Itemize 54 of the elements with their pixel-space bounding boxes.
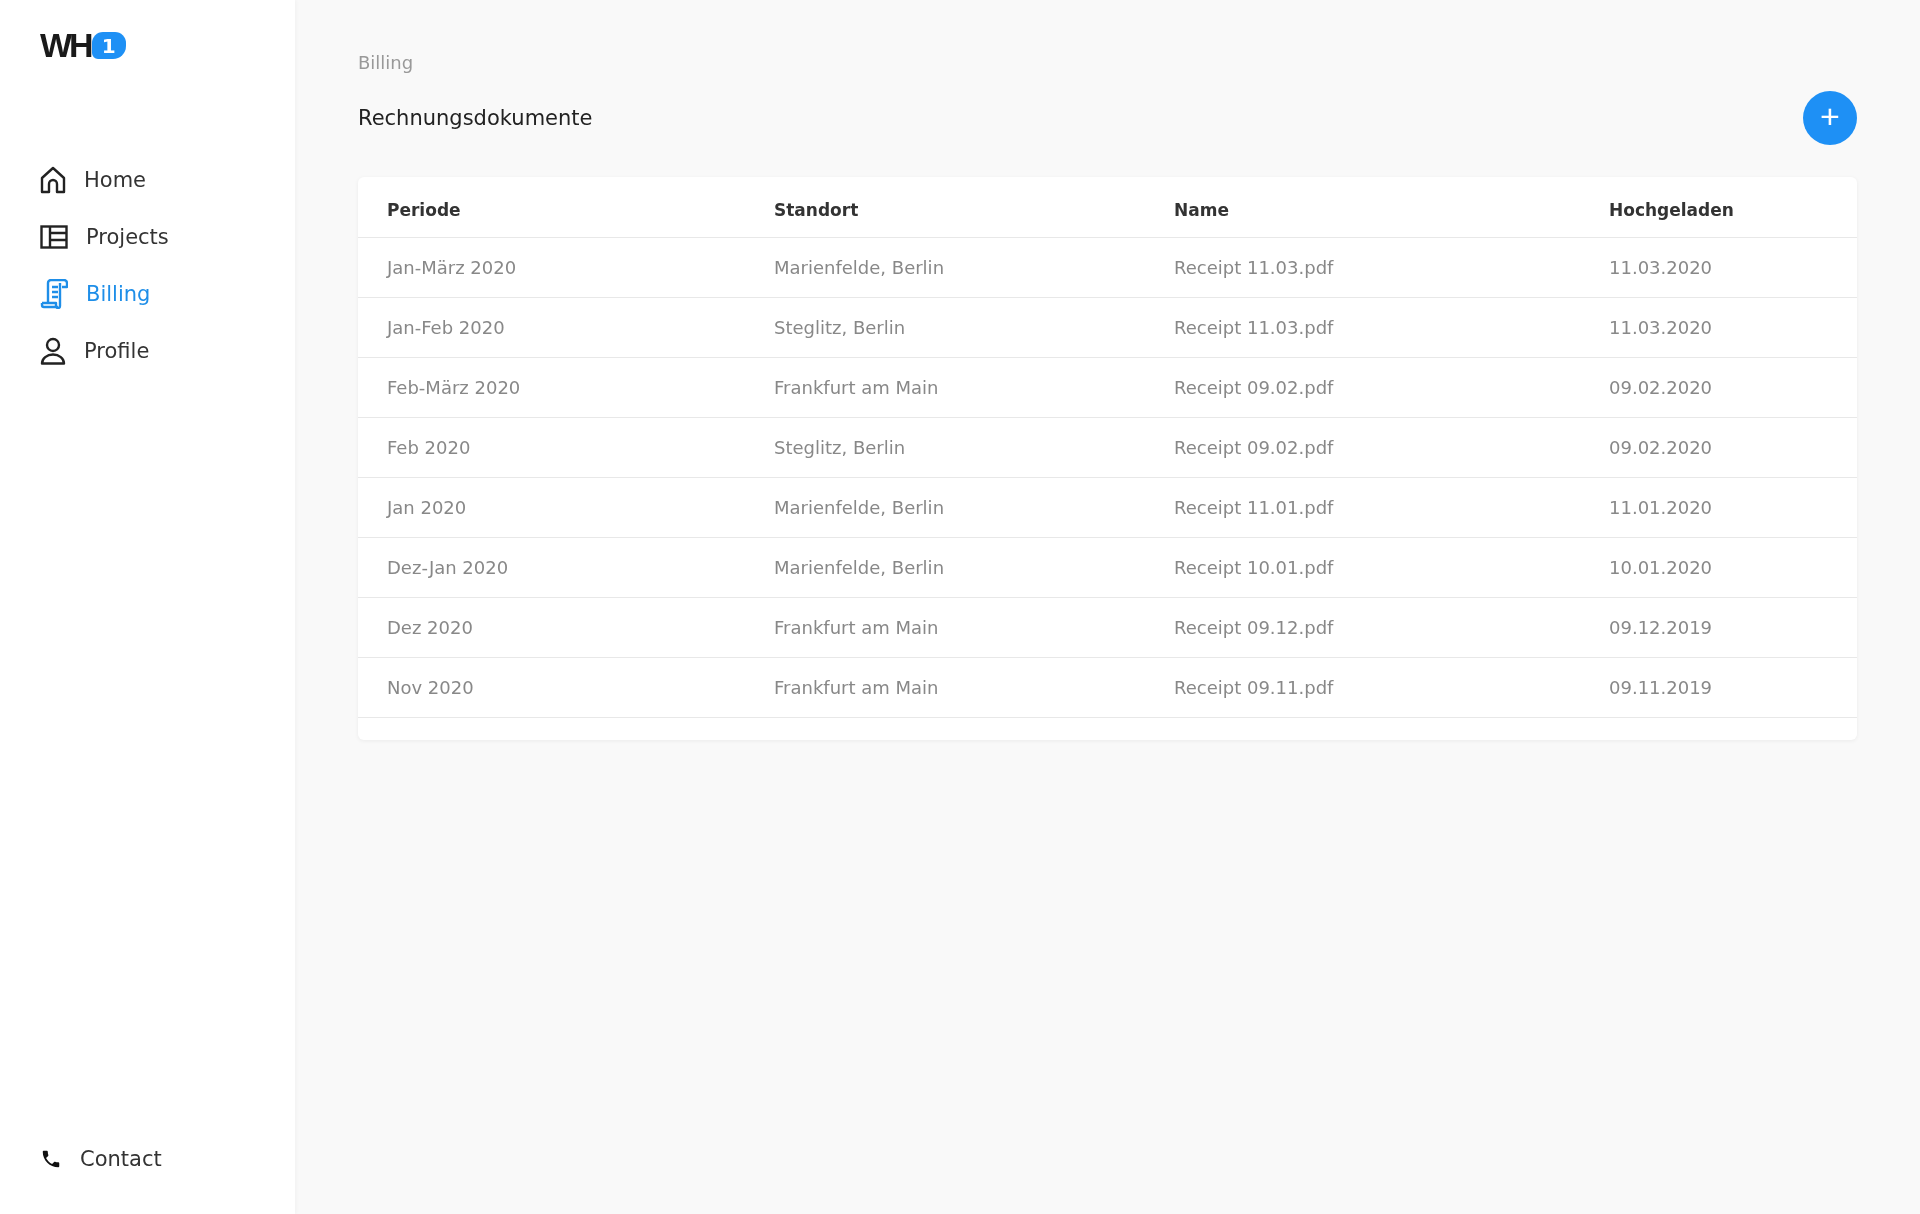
table-cell-text: 10.01.2020 (1609, 557, 1714, 578)
table-cell-text: 09.11.2019 (1609, 677, 1714, 698)
column-header: Name (1174, 200, 1230, 220)
table-cell-text: Nov 2020 (387, 677, 475, 698)
table-cell-text: Receipt 09.02.pdf (1174, 437, 1335, 458)
nav-label: Projects (86, 225, 169, 249)
table-cell-text: Frankfurt am Main (774, 377, 940, 398)
table-cell-text: Marienfelde, Berlin (774, 557, 946, 578)
phone-icon (40, 1148, 62, 1170)
table-cell-text: Feb-März 2020 (387, 377, 522, 398)
nav-label: Home (84, 168, 146, 192)
table-cell-text: 11.01.2020 (1609, 497, 1714, 518)
nav-label: Billing (86, 282, 151, 306)
table-cell-text: Receipt 10.01.pdf (1174, 557, 1335, 578)
table-cell-text: Receipt 09.11.pdf (1174, 677, 1335, 698)
table-cell-text: 11.03.2020 (1609, 257, 1714, 278)
table-cell-text: 09.02.2020 (1609, 437, 1714, 458)
table-cell-text: Frankfurt am Main (774, 617, 940, 638)
logo-badge: 1 (91, 32, 126, 59)
logo-text: WH (40, 26, 91, 65)
table-cell-text: Receipt 11.03.pdf (1174, 257, 1335, 278)
person-icon (40, 337, 66, 365)
table-cell-text: Jan 2020 (387, 497, 468, 518)
receipt-icon (40, 279, 68, 309)
breadcrumb: Billing (358, 52, 415, 73)
column-header: Periode (387, 200, 462, 220)
table-icon (40, 225, 68, 249)
table-cell-text: Steglitz, Berlin (774, 317, 907, 338)
column-header: Standort (774, 200, 860, 220)
table-cell-text: Marienfelde, Berlin (774, 257, 946, 278)
contact-link[interactable]: Contact (40, 1142, 295, 1176)
table-cell-text: Dez-Jan 2020 (387, 557, 510, 578)
table-cell-text: 11.03.2020 (1609, 317, 1714, 338)
home-icon (40, 166, 66, 194)
column-header: Hochgeladen (1609, 200, 1735, 220)
table-cell-text: Dez 2020 (387, 617, 474, 638)
table-cell-text: Steglitz, Berlin (774, 437, 907, 458)
table-cell-text: 09.12.2019 (1609, 617, 1714, 638)
table-cell-text: Jan-März 2020 (387, 257, 518, 278)
table-cell-text: Jan-Feb 2020 (387, 317, 506, 338)
page-title: Rechnungsdokumente (358, 106, 593, 130)
table-cell-text: Feb 2020 (387, 437, 472, 458)
table-cell-text: Receipt 11.01.pdf (1174, 497, 1335, 518)
nav-label: Profile (84, 339, 150, 363)
table-cell-text: Frankfurt am Main (774, 677, 940, 698)
nav-label: Contact (80, 1147, 162, 1171)
nav-item[interactable]: Profile (40, 334, 295, 368)
table-cell-text: Receipt 09.02.pdf (1174, 377, 1335, 398)
nav-item[interactable]: Projects (40, 220, 295, 254)
table-cell-text: Marienfelde, Berlin (774, 497, 946, 518)
table-cell-text: 09.02.2020 (1609, 377, 1714, 398)
table-cell-text: Receipt 11.03.pdf (1174, 317, 1335, 338)
table-cell-text: Receipt 09.12.pdf (1174, 617, 1335, 638)
nav-item[interactable]: Home (40, 163, 295, 197)
